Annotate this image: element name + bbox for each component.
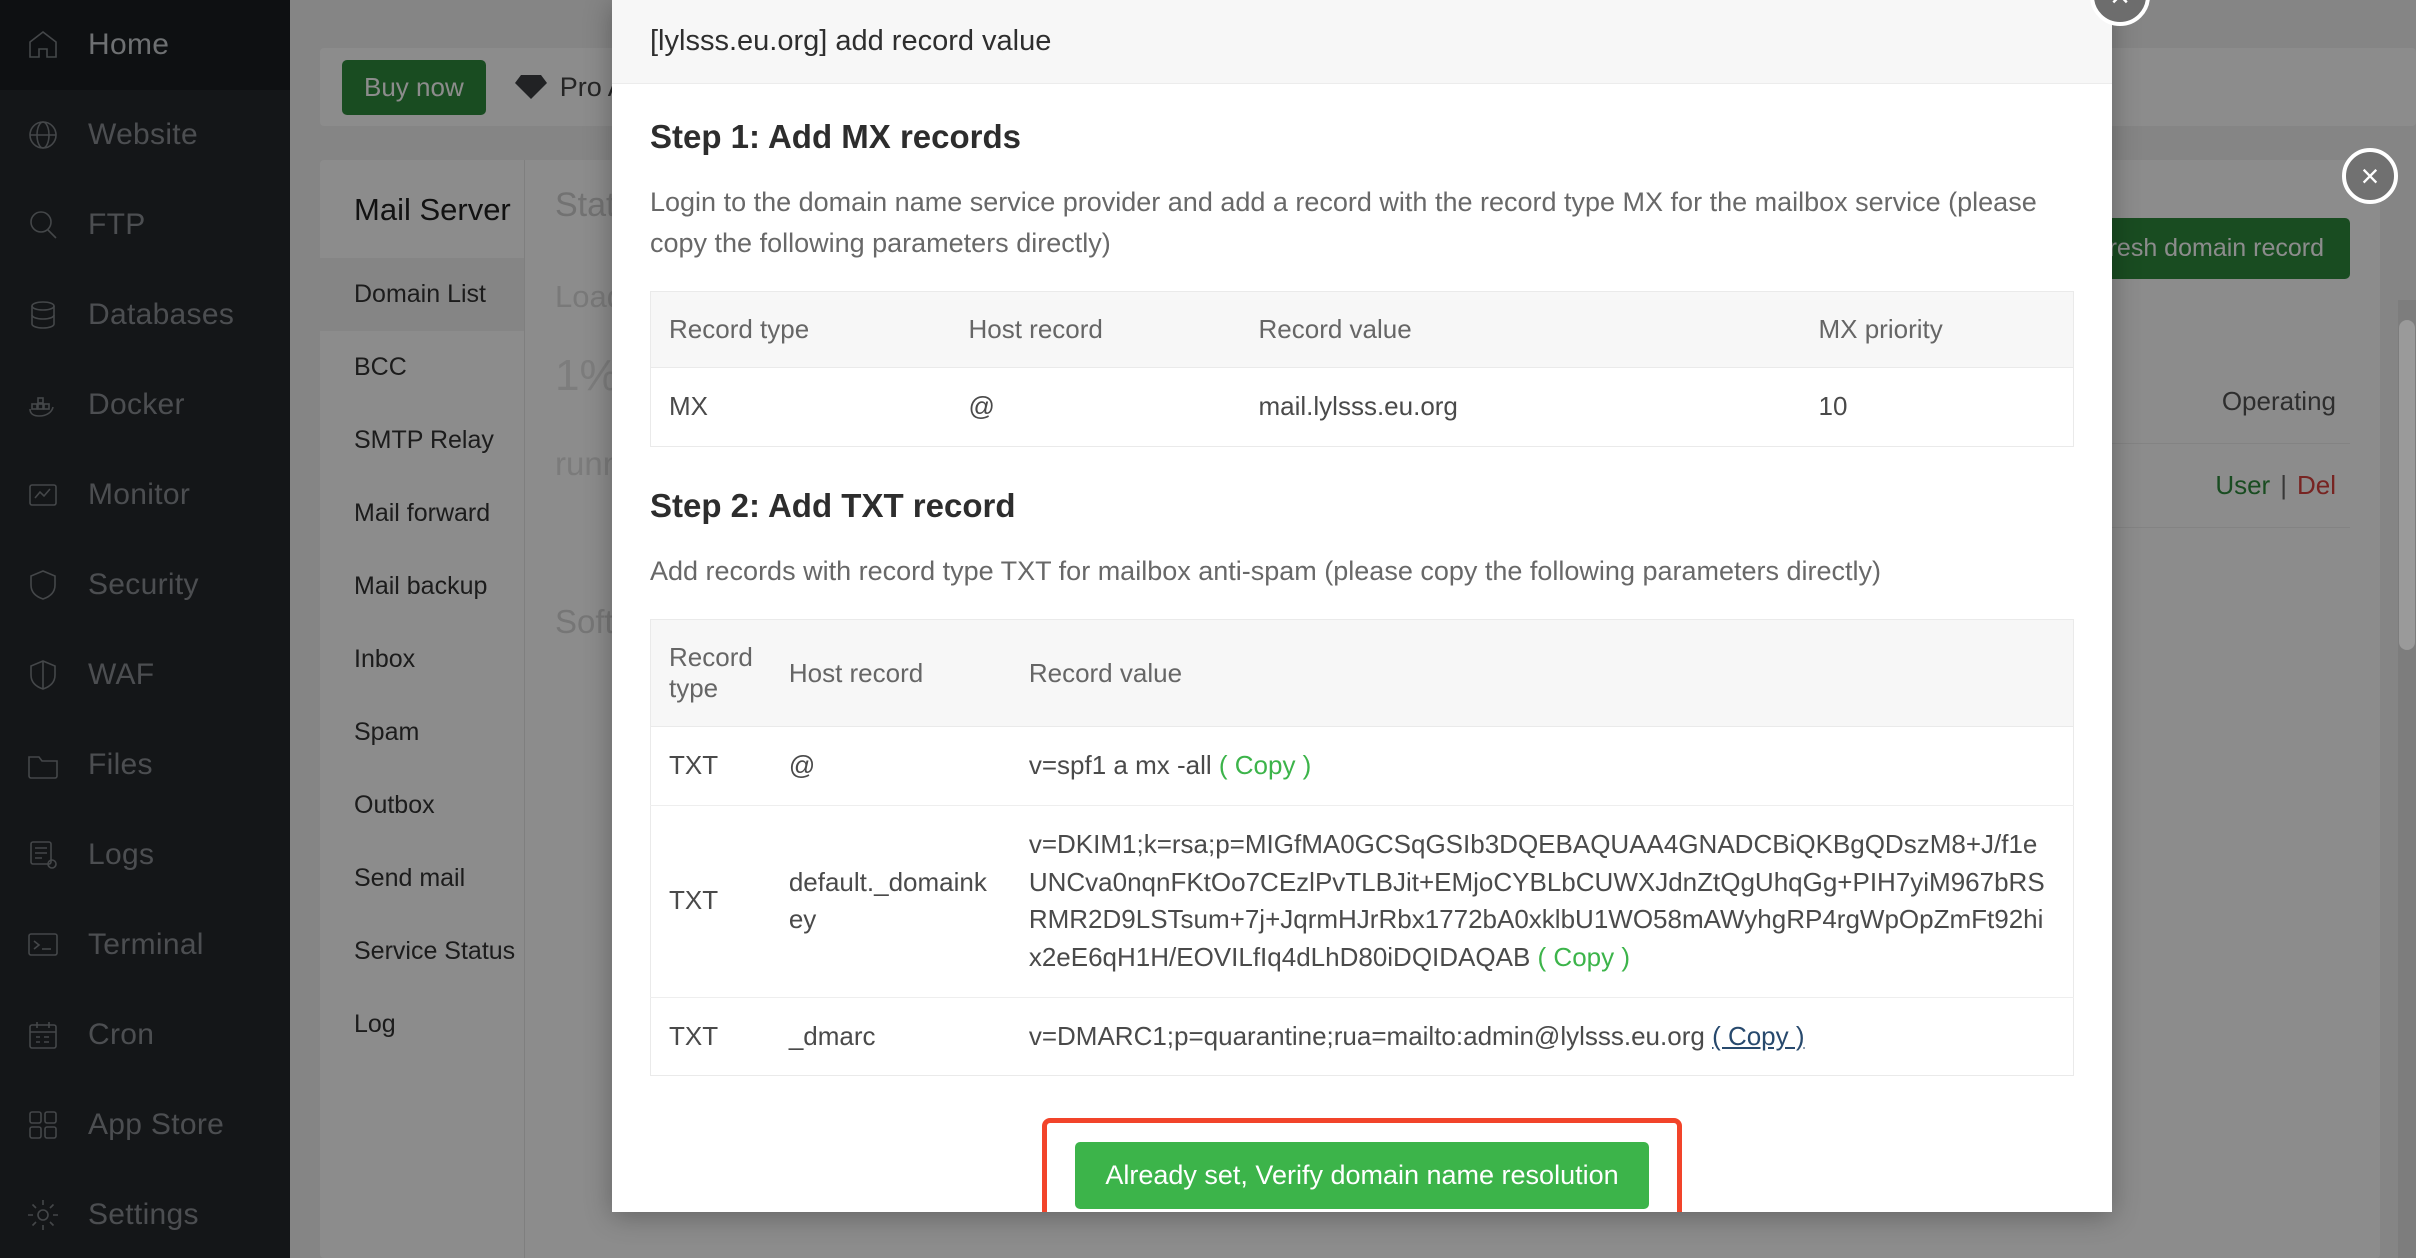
- table-row: MX @ mail.lylsss.eu.org 10: [651, 368, 2074, 447]
- txt-cell-record-type: TXT: [669, 1020, 719, 1051]
- record-value-text: v=DMARC1;p=quarantine;rua=mailto:admin@l…: [1028, 1020, 1705, 1051]
- mx-cell-record-value: mail.lylsss.eu.org: [1258, 391, 1458, 421]
- mx-col-record-value: Record value: [1240, 291, 1801, 368]
- txt-cell-host-record: _dmarc: [788, 1020, 876, 1051]
- copy-link[interactable]: ( Copy ): [1538, 942, 1630, 972]
- verify-highlight-box: Already set, Verify domain name resoluti…: [1042, 1118, 1682, 1212]
- txt-col-record-type: Record type: [650, 619, 771, 728]
- scrollbar-thumb[interactable]: [2399, 320, 2415, 650]
- txt-cell-record-value: v=DMARC1;p=quarantine;rua=mailto:admin@l…: [1011, 997, 2074, 1076]
- txt-cell-record-type: TXT: [650, 805, 771, 998]
- dialog-body: Step 1: Add MX records Login to the doma…: [612, 84, 2112, 1212]
- txt-cell-record-value: v=spf1 a mx -all ( Copy ): [1010, 726, 2074, 806]
- txt-cell-record-type: TXT: [650, 726, 771, 806]
- mx-col-host-record: Host record: [950, 291, 1241, 368]
- txt-col-host-record: Host record: [770, 619, 1011, 728]
- panel-close-icon[interactable]: ×: [2342, 148, 2398, 204]
- step1-heading: Step 1: Add MX records: [650, 118, 1022, 155]
- mx-col-record-type: Record type: [650, 291, 951, 368]
- txt-cell-host-record: default._domainkey: [770, 805, 1011, 998]
- mx-cell-mx-priority: 10: [1818, 391, 1848, 421]
- txt-cell-host-record: @: [770, 726, 1011, 806]
- step1-description: Login to the domain name service provide…: [650, 187, 2037, 258]
- mx-cell-host-record: @: [968, 391, 995, 421]
- txt-cell-record-value: v=DKIM1;k=rsa;p=MIGfMA0GCSqGSIb3DQEBAQUA…: [1010, 805, 2074, 998]
- table-row: TXT _dmarc v=DMARC1;p=quarantine;rua=mailt…: [651, 997, 2074, 1076]
- txt-records-table: Record type Host record Record value TXT…: [650, 619, 2074, 1077]
- dialog-title: [lylsss.eu.org] add record value: [612, 0, 2112, 84]
- table-row: TXT @ v=spf1 a mx -all ( Copy ): [650, 726, 2074, 806]
- step2-description: Add records with record type TXT for mai…: [650, 555, 1882, 586]
- mx-cell-record-type: MX: [669, 391, 708, 421]
- record-value-text: v=spf1 a mx -all: [1028, 750, 1212, 781]
- mx-col-mx-priority: MX priority: [1800, 291, 2074, 368]
- table-row: TXT default._domainkey v=DKIM1;k=rsa;p=MIG…: [650, 805, 2074, 998]
- mx-table-header-row: Record type Host record Record value MX …: [650, 291, 2074, 368]
- verify-domain-resolution-button[interactable]: Already set, Verify domain name resoluti…: [1075, 1141, 1649, 1209]
- add-record-value-dialog: × [lylsss.eu.org] add record value Step …: [612, 0, 2150, 1212]
- step2-heading: Step 2: Add TXT record: [650, 486, 1016, 524]
- copy-link[interactable]: ( Copy ): [1712, 1021, 1804, 1051]
- mx-records-table: Record type Host record Record value MX …: [650, 291, 2074, 447]
- txt-col-record-value: Record value: [1010, 619, 2074, 728]
- copy-link[interactable]: ( Copy ): [1219, 750, 1311, 780]
- txt-table-header-row: Record type Host record Record value: [650, 619, 2074, 728]
